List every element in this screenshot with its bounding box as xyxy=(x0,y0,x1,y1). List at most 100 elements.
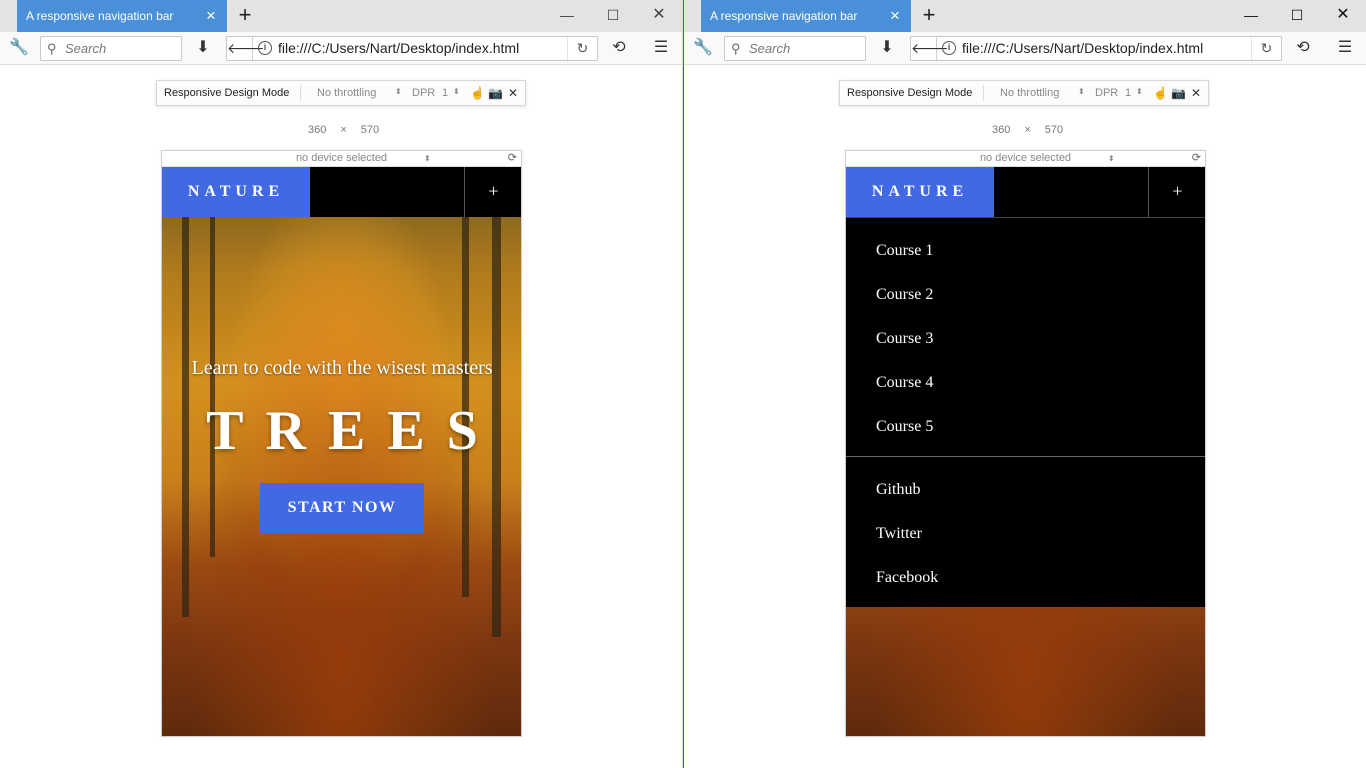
times-sign: × xyxy=(340,124,347,136)
chevron-updown-icon: ⬍ xyxy=(424,154,431,163)
dpr-select[interactable]: 1 xyxy=(1125,81,1131,105)
site-navbar: NATURE + xyxy=(846,167,1205,217)
chevron-updown-icon: ⬍ xyxy=(1108,154,1115,163)
dropdown-menu: Course 1 Course 2 Course 3 Course 4 Cour… xyxy=(846,217,1205,607)
title-bar: A responsive navigation bar × + — ☐ ✕ xyxy=(684,0,1366,32)
history-icon[interactable]: ⟲ xyxy=(606,36,632,60)
browser-window-right: A responsive navigation bar × + — ☐ ✕ 🔧 … xyxy=(683,0,1366,768)
chevron-updown-icon: ⬍ xyxy=(1078,87,1085,96)
search-placeholder: Search xyxy=(749,41,791,56)
menu-divider xyxy=(846,456,1205,457)
close-icon[interactable]: ✕ xyxy=(508,81,518,105)
responsive-design-toolbar: Responsive Design Mode No throttling ⬍ D… xyxy=(839,80,1209,106)
new-tab-icon[interactable]: + xyxy=(234,4,256,28)
close-icon[interactable]: × xyxy=(887,0,903,32)
device-selector[interactable]: no device selected ⬍ ⟳ xyxy=(846,151,1205,167)
menu-toggle-button[interactable]: + xyxy=(1148,167,1205,217)
viewport-width[interactable]: 360 xyxy=(308,124,326,136)
tab-title: A responsive navigation bar xyxy=(710,9,858,23)
info-icon[interactable]: i xyxy=(258,41,272,55)
history-icon[interactable]: ⟲ xyxy=(1290,36,1316,60)
search-input[interactable]: ⚲ Search xyxy=(724,36,866,61)
viewport-width[interactable]: 360 xyxy=(992,124,1010,136)
close-icon[interactable]: ✕ xyxy=(1191,81,1201,105)
minimize-icon[interactable]: — xyxy=(544,0,590,32)
touch-icon[interactable]: ☝ xyxy=(1153,81,1168,105)
device-selector-label: no device selected xyxy=(979,152,1072,164)
download-icon[interactable]: ⬇ xyxy=(874,36,900,60)
hero-subtitle: Learn to code with the wisest masters xyxy=(191,357,493,379)
browser-tab[interactable]: A responsive navigation bar × xyxy=(17,0,227,32)
start-now-button[interactable]: START NOW xyxy=(260,483,424,533)
window-close-icon[interactable]: ✕ xyxy=(636,0,682,32)
title-bar: A responsive navigation bar × + — ☐ ✕ xyxy=(0,0,682,32)
touch-icon[interactable]: ☝ xyxy=(470,81,485,105)
wrench-icon[interactable]: 🔧 xyxy=(6,36,32,60)
url-bar[interactable]: 🡐 i file:///C:/Users/Nart/Desktop/index.… xyxy=(226,36,598,61)
reload-icon[interactable]: ↻ xyxy=(567,37,597,60)
device-selector[interactable]: no device selected ⬍ ⟳ xyxy=(162,151,521,167)
close-icon[interactable]: × xyxy=(203,0,219,32)
menu-icon[interactable]: ☰ xyxy=(648,36,674,60)
reload-icon[interactable]: ↻ xyxy=(1251,37,1281,60)
menu-item-github[interactable]: Github xyxy=(876,481,920,499)
browser-window-left: A responsive navigation bar × + — ☐ ✕ 🔧 … xyxy=(0,0,683,768)
back-icon[interactable]: 🡐 xyxy=(227,37,265,60)
wrench-icon[interactable]: 🔧 xyxy=(690,36,716,60)
search-placeholder: Search xyxy=(65,41,107,56)
chevron-updown-icon: ⬍ xyxy=(453,87,460,96)
menu-item-course-1[interactable]: Course 1 xyxy=(876,242,933,260)
rotate-icon[interactable]: ⟳ xyxy=(1192,151,1201,166)
minimize-icon[interactable]: — xyxy=(1228,0,1274,32)
chevron-updown-icon: ⬍ xyxy=(395,87,402,96)
search-input[interactable]: ⚲ Search xyxy=(40,36,182,61)
divider xyxy=(300,85,301,101)
browser-tab[interactable]: A responsive navigation bar × xyxy=(701,0,911,32)
dpr-select[interactable]: 1 xyxy=(442,81,448,105)
viewport-dimensions: 360 × 570 xyxy=(992,124,1077,136)
menu-item-twitter[interactable]: Twitter xyxy=(876,525,922,543)
menu-item-course-2[interactable]: Course 2 xyxy=(876,286,933,304)
viewport-height[interactable]: 570 xyxy=(1045,124,1063,136)
responsive-design-toolbar: Responsive Design Mode No throttling ⬍ D… xyxy=(156,80,526,106)
chevron-updown-icon: ⬍ xyxy=(1136,87,1143,96)
viewport-dimensions: 360 × 570 xyxy=(308,124,393,136)
download-icon[interactable]: ⬇ xyxy=(190,36,216,60)
menu-item-facebook[interactable]: Facebook xyxy=(876,569,938,587)
search-icon: ⚲ xyxy=(731,41,741,56)
info-icon[interactable]: i xyxy=(942,41,956,55)
site-navbar: NATURE + xyxy=(162,167,521,217)
website-viewport: NATURE + Course 1 Course 2 Course 3 Cour… xyxy=(846,167,1205,736)
search-icon: ⚲ xyxy=(47,41,57,56)
maximize-icon[interactable]: ☐ xyxy=(1274,0,1320,32)
url-bar[interactable]: 🡐 i file:///C:/Users/Nart/Desktop/index.… xyxy=(910,36,1282,61)
throttling-select[interactable]: No throttling xyxy=(1000,81,1059,105)
hero-title: TREES xyxy=(206,400,500,462)
rdm-label: Responsive Design Mode xyxy=(847,87,973,99)
dpr-label: DPR xyxy=(1095,87,1119,99)
tree-trunk xyxy=(210,217,215,557)
site-logo[interactable]: NATURE xyxy=(162,167,310,217)
times-sign: × xyxy=(1024,124,1031,136)
url-text[interactable]: file:///C:/Users/Nart/Desktop/index.html xyxy=(278,37,519,60)
rotate-icon[interactable]: ⟳ xyxy=(508,151,517,166)
back-icon[interactable]: 🡐 xyxy=(911,37,949,60)
menu-item-course-3[interactable]: Course 3 xyxy=(876,330,933,348)
menu-item-course-4[interactable]: Course 4 xyxy=(876,374,933,392)
screenshot-icon[interactable]: 📷 xyxy=(1171,81,1186,105)
device-frame: no device selected ⬍ ⟳ NATURE + Course 1… xyxy=(845,150,1206,737)
menu-icon[interactable]: ☰ xyxy=(1332,36,1358,60)
window-close-icon[interactable]: ✕ xyxy=(1320,0,1366,32)
maximize-icon[interactable]: ☐ xyxy=(590,0,636,32)
menu-item-course-5[interactable]: Course 5 xyxy=(876,418,933,436)
viewport-height[interactable]: 570 xyxy=(361,124,379,136)
tab-title: A responsive navigation bar xyxy=(26,9,174,23)
toolbar: 🔧 ⚲ Search ⬇ 🡐 i file:///C:/Users/Nart/D… xyxy=(684,32,1366,65)
screenshot-icon[interactable]: 📷 xyxy=(488,81,503,105)
throttling-select[interactable]: No throttling xyxy=(317,81,376,105)
site-logo[interactable]: NATURE xyxy=(846,167,994,217)
url-text[interactable]: file:///C:/Users/Nart/Desktop/index.html xyxy=(962,37,1203,60)
menu-toggle-button[interactable]: + xyxy=(464,167,521,217)
new-tab-icon[interactable]: + xyxy=(918,4,940,28)
dpr-label: DPR xyxy=(412,87,436,99)
